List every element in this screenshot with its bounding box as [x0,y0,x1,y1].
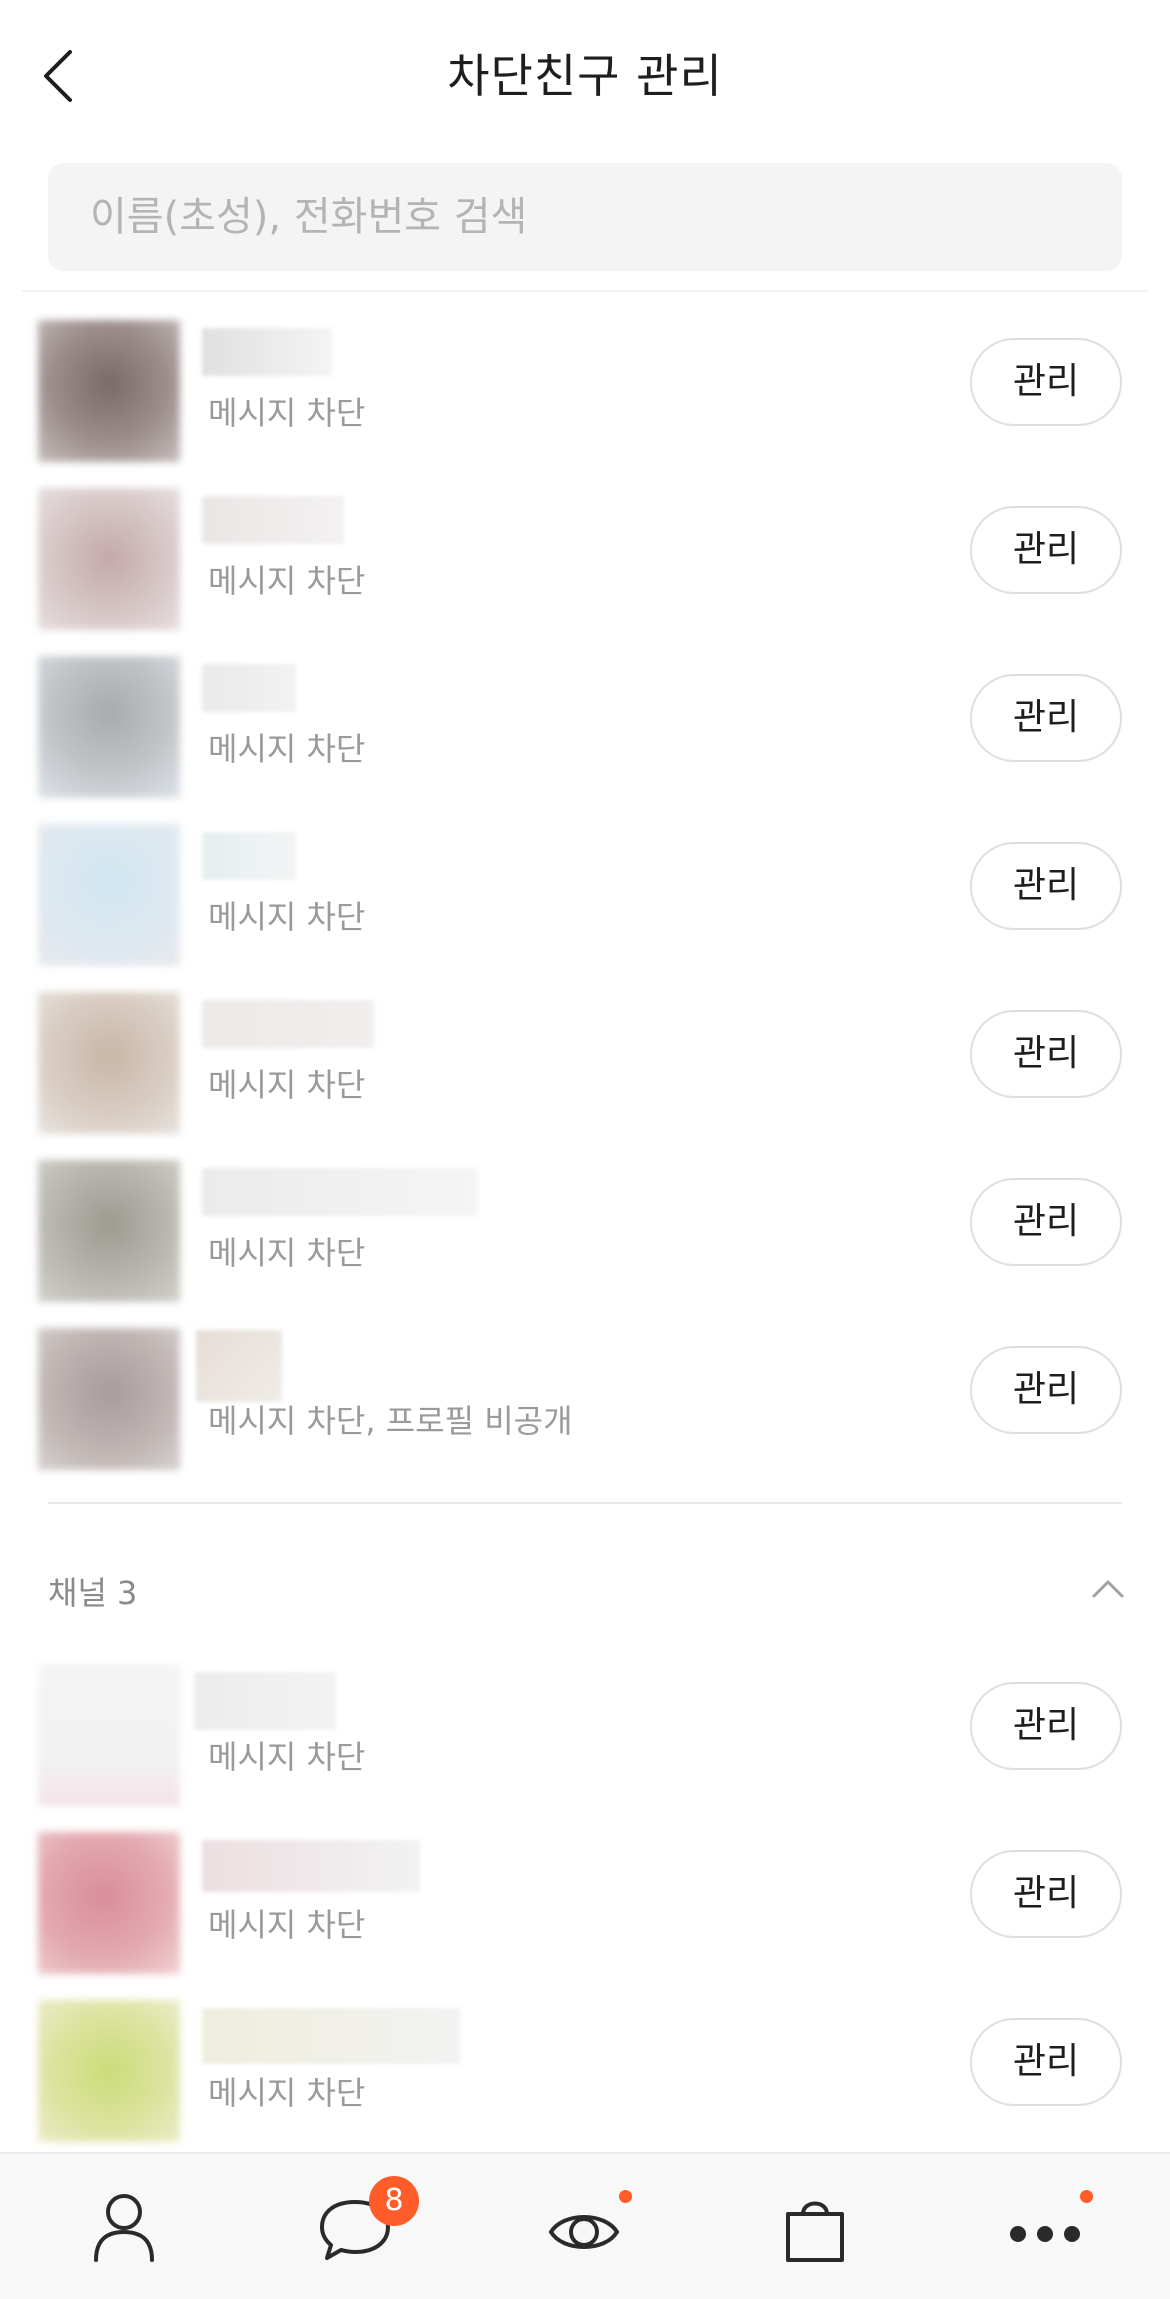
blurred-name [202,1000,374,1048]
block-status: 메시지 차단, 프로필 비공개 [208,1402,573,1440]
avatar [38,488,180,630]
block-status: 메시지 차단 [208,2074,366,2112]
list-item: 메시지 차단 관리 [0,1146,1170,1314]
manage-button[interactable]: 관리 [970,1346,1122,1434]
tab-friends[interactable] [69,2172,179,2282]
block-status: 메시지 차단 [208,1234,366,1272]
block-status: 메시지 차단 [208,730,366,768]
manage-button[interactable]: 관리 [970,2018,1122,2106]
blurred-name [196,1330,282,1402]
manage-button[interactable]: 관리 [970,842,1122,930]
eye-icon [549,2215,619,2249]
blurred-name [202,664,296,712]
list-item: 메시지 차단 관리 [0,810,1170,978]
blurred-name [202,496,344,544]
block-status: 메시지 차단 [208,1066,366,1104]
manage-button[interactable]: 관리 [970,506,1122,594]
block-status: 메시지 차단 [208,1738,366,1776]
bottom-tab-bar [0,2152,1170,2299]
blurred-name [202,328,332,376]
block-status: 메시지 차단 [208,1906,366,1944]
collapse-button[interactable] [1086,1568,1130,1612]
manage-button[interactable]: 관리 [970,674,1122,762]
blurred-name [202,2008,460,2064]
manage-button[interactable]: 관리 [970,1178,1122,1266]
list-item: 메시지 차단 관리 [0,978,1170,1146]
page-title: 차단친구 관리 [447,49,723,103]
header: 차단친구 관리 [0,0,1170,150]
manage-button[interactable]: 관리 [970,1850,1122,1938]
avatar [38,1832,180,1974]
divider [22,290,1148,292]
blurred-name [202,1168,478,1216]
avatar [38,992,180,1134]
tab-view[interactable] [529,2172,639,2282]
section-title: 채널 3 [48,1574,138,1612]
manage-button[interactable]: 관리 [970,1010,1122,1098]
chevron-up-icon [1092,1580,1124,1598]
shopping-bag-icon [786,2201,844,2262]
list-item: 메시지 차단 관리 [0,1650,1170,1818]
search-input[interactable] [48,163,1122,271]
new-dot [619,2190,632,2203]
avatar [38,2000,180,2142]
manage-button[interactable]: 관리 [970,1682,1122,1770]
list-item: 메시지 차단 관리 [0,474,1170,642]
block-status: 메시지 차단 [208,394,366,432]
tab-shopping[interactable] [760,2172,870,2282]
avatar [38,824,180,966]
search-bar[interactable] [48,163,1122,271]
more-dots-icon [1010,2226,1080,2242]
list-item: 메시지 차단 관리 [0,306,1170,474]
avatar [38,320,180,462]
blurred-name [202,1840,420,1892]
blurred-name [202,832,296,880]
block-status: 메시지 차단 [208,898,366,936]
list-item: 메시지 차단, 프로필 비공개 관리 [0,1314,1170,1482]
new-dot [1080,2190,1093,2203]
section-divider [48,1502,1122,1504]
avatar [38,656,180,798]
list-item: 메시지 차단 관리 [0,642,1170,810]
tab-more[interactable] [990,2172,1100,2282]
block-status: 메시지 차단 [208,562,366,600]
avatar [38,1328,180,1470]
manage-button[interactable]: 관리 [970,338,1122,426]
unread-badge: 8 [369,2176,419,2226]
list-item: 메시지 차단 관리 [0,1818,1170,1986]
blurred-name [194,1672,336,1730]
avatar [38,1160,180,1302]
person-icon [94,2194,154,2262]
avatar [38,1664,180,1806]
list-item: 메시지 차단 관리 [0,1986,1170,2154]
